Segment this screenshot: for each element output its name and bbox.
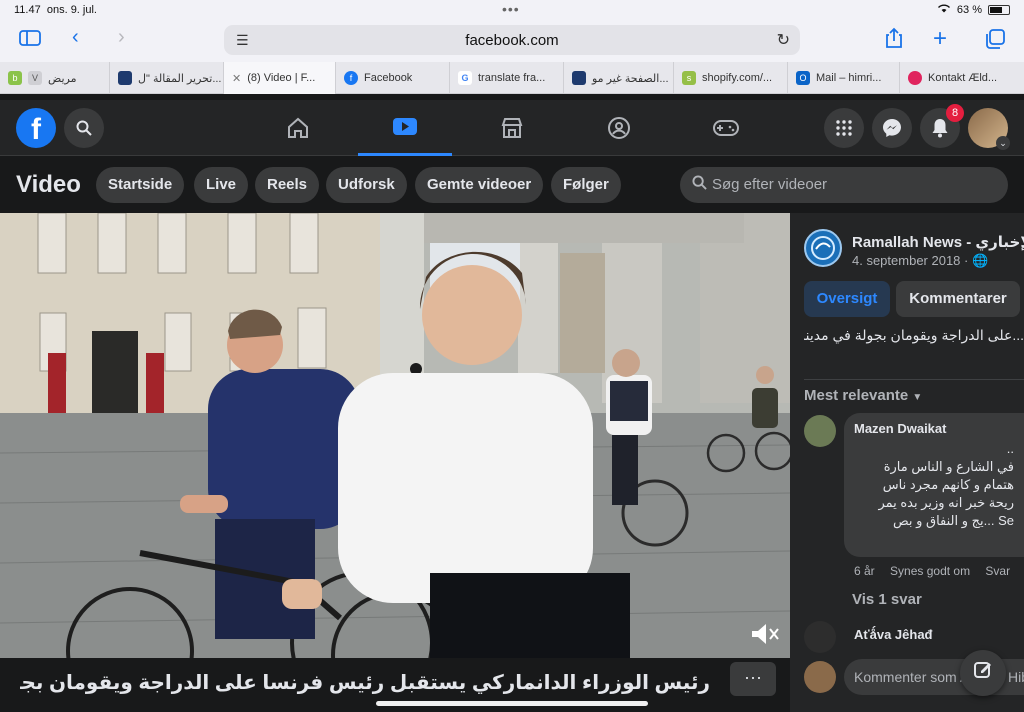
facebook-logo-icon[interactable]: f xyxy=(16,108,56,148)
tabs-overview-icon[interactable] xyxy=(984,28,1006,56)
notifications-bell-icon[interactable]: 8 xyxy=(920,104,964,148)
tab-startside[interactable]: Startside xyxy=(96,167,185,203)
tab-gemte-videoer[interactable]: Gemte videoer xyxy=(415,167,544,203)
profile-avatar[interactable]: ⌄ xyxy=(968,108,1010,150)
tab[interactable]: الصفحة غير مو... xyxy=(564,62,674,94)
video-search-input[interactable]: Søg efter videoer xyxy=(680,167,1008,203)
sort-dropdown[interactable]: Mest relevante ▼ xyxy=(804,387,922,404)
nav-home-icon[interactable] xyxy=(251,100,345,156)
status-indicators: 63 % xyxy=(937,3,1010,16)
status-bar: 11.47 ons. 9. jul. ••• 63 % xyxy=(0,0,1024,20)
facebook-header: f 8 ⌄ xyxy=(0,100,1024,156)
commenter-avatar[interactable] xyxy=(804,621,836,653)
facebook-favicon-icon: f xyxy=(344,71,358,85)
search-placeholder: Søg efter videoer xyxy=(712,176,828,193)
battery-icon xyxy=(988,4,1010,15)
video-player[interactable] xyxy=(0,213,790,658)
comment-text-line: .. xyxy=(1006,441,1014,456)
url-text: facebook.com xyxy=(465,32,559,49)
comment-author[interactable]: Aťǻva Jêhađ xyxy=(854,627,933,642)
notification-badge: 8 xyxy=(946,104,964,122)
comments-tab-button[interactable]: Kommentarer xyxy=(896,281,1020,317)
tab-favicon-icon xyxy=(118,71,132,85)
search-icon[interactable] xyxy=(64,108,104,148)
tab[interactable]: G translate fra... xyxy=(450,62,564,94)
overview-tab-button[interactable]: Oversigt xyxy=(804,281,890,317)
my-avatar[interactable] xyxy=(804,661,836,693)
safari-toolbar: ‹ › ☰ facebook.com ↻ + xyxy=(0,20,1024,62)
tab-active[interactable]: ✕ (8) Video | F... xyxy=(224,62,336,94)
wifi-icon xyxy=(937,3,951,16)
comment-author[interactable]: Mazen Dwaikat xyxy=(854,421,946,436)
comment-meta: 6 år Synes godt om Svar xyxy=(854,564,1022,578)
video-subnav: Video Startside Live Reels Udforsk Gemte… xyxy=(0,157,1024,213)
new-tab-icon[interactable]: + xyxy=(933,25,947,53)
tab-udforsk[interactable]: Udforsk xyxy=(326,167,407,203)
page-title: Video xyxy=(16,171,81,198)
shopify-favicon-icon: s xyxy=(682,71,696,85)
tab[interactable]: Kontakt Æld... xyxy=(900,62,1024,94)
close-tab-icon[interactable]: ✕ xyxy=(232,72,241,85)
messenger-icon[interactable] xyxy=(872,108,912,148)
globe-icon: 🌐 xyxy=(971,253,989,268)
divider xyxy=(804,379,1024,380)
forward-icon[interactable]: › xyxy=(118,26,125,49)
comment-text-line: هتمام و كانهم مجرد ناس xyxy=(882,477,1014,492)
tab-favicon-icon: V xyxy=(28,71,42,85)
post-date: 4. september 2018 · 🌐 xyxy=(852,253,989,268)
tab[interactable]: O Mail – himri... xyxy=(788,62,900,94)
tab-favicon-icon: b xyxy=(8,71,22,85)
video-frame xyxy=(0,213,790,658)
outlook-favicon-icon: O xyxy=(796,71,810,85)
tab-reels[interactable]: Reels xyxy=(255,167,320,203)
post-description: ...على الدراجة ويقومان بجولة في مدينة xyxy=(804,327,1024,343)
tab-strip: b V مريض تحرير المقالة "ل... ✕ (8) Video… xyxy=(0,62,1024,94)
back-icon[interactable]: ‹ xyxy=(72,26,79,49)
tab[interactable]: f Facebook xyxy=(336,62,450,94)
tab-favicon-icon xyxy=(908,71,922,85)
page-avatar[interactable] xyxy=(804,229,842,267)
page-name[interactable]: Ramallah News - الإخباري xyxy=(852,233,1024,251)
multitask-dots[interactable]: ••• xyxy=(502,1,520,17)
google-favicon-icon: G xyxy=(458,71,472,85)
nav-groups-icon[interactable] xyxy=(572,100,666,156)
nav-video-icon[interactable] xyxy=(358,100,452,156)
search-icon xyxy=(692,175,707,194)
view-replies-link[interactable]: Vis 1 svar xyxy=(852,591,922,608)
video-caption: رئيس الوزراء الدانماركي يستقبل رئيس فرنس… xyxy=(20,672,710,694)
comment-text-line: Se ...يج و النفاق و بص xyxy=(892,513,1014,528)
home-indicator[interactable] xyxy=(376,701,648,706)
reply-link[interactable]: Svar xyxy=(985,564,1010,578)
battery-percent: 63 % xyxy=(956,3,982,16)
menu-grid-icon[interactable] xyxy=(824,108,864,148)
chevron-down-icon: ⌄ xyxy=(996,136,1010,150)
comment-age: 6 år xyxy=(854,564,875,578)
tab-favicon-icon xyxy=(572,71,586,85)
nav-gaming-icon[interactable] xyxy=(679,100,773,156)
caret-down-icon: ▼ xyxy=(912,392,923,403)
address-bar[interactable]: ☰ facebook.com ↻ xyxy=(224,25,800,55)
share-icon[interactable] xyxy=(884,27,904,55)
more-options-button[interactable]: ··· xyxy=(730,662,776,696)
comment-text-line: ريحة خبر انه وزير بده يمر xyxy=(878,495,1014,510)
compose-edit-icon[interactable] xyxy=(960,650,1006,696)
like-link[interactable]: Synes godt om xyxy=(890,564,970,578)
post-side-panel: Ramallah News - الإخباري 4. september 20… xyxy=(790,213,1024,712)
tab[interactable]: تحرير المقالة "ل... xyxy=(110,62,224,94)
sidebar-icon[interactable] xyxy=(18,28,42,54)
nav-marketplace-icon[interactable] xyxy=(465,100,559,156)
tab-live[interactable]: Live xyxy=(194,167,249,203)
comment-bubble: Mazen Dwaikat .. في الشارع و الناس مارة … xyxy=(844,413,1024,557)
status-time: 11.47 ons. 9. jul. xyxy=(14,4,97,16)
tab[interactable]: s shopify.com/... xyxy=(674,62,788,94)
tab-folger[interactable]: Følger xyxy=(551,167,621,203)
reload-icon[interactable]: ↻ xyxy=(777,30,790,50)
tab[interactable]: b V مريض xyxy=(0,62,110,94)
commenter-avatar[interactable] xyxy=(804,415,836,447)
comment-text-line: في الشارع و الناس مارة xyxy=(883,459,1014,474)
